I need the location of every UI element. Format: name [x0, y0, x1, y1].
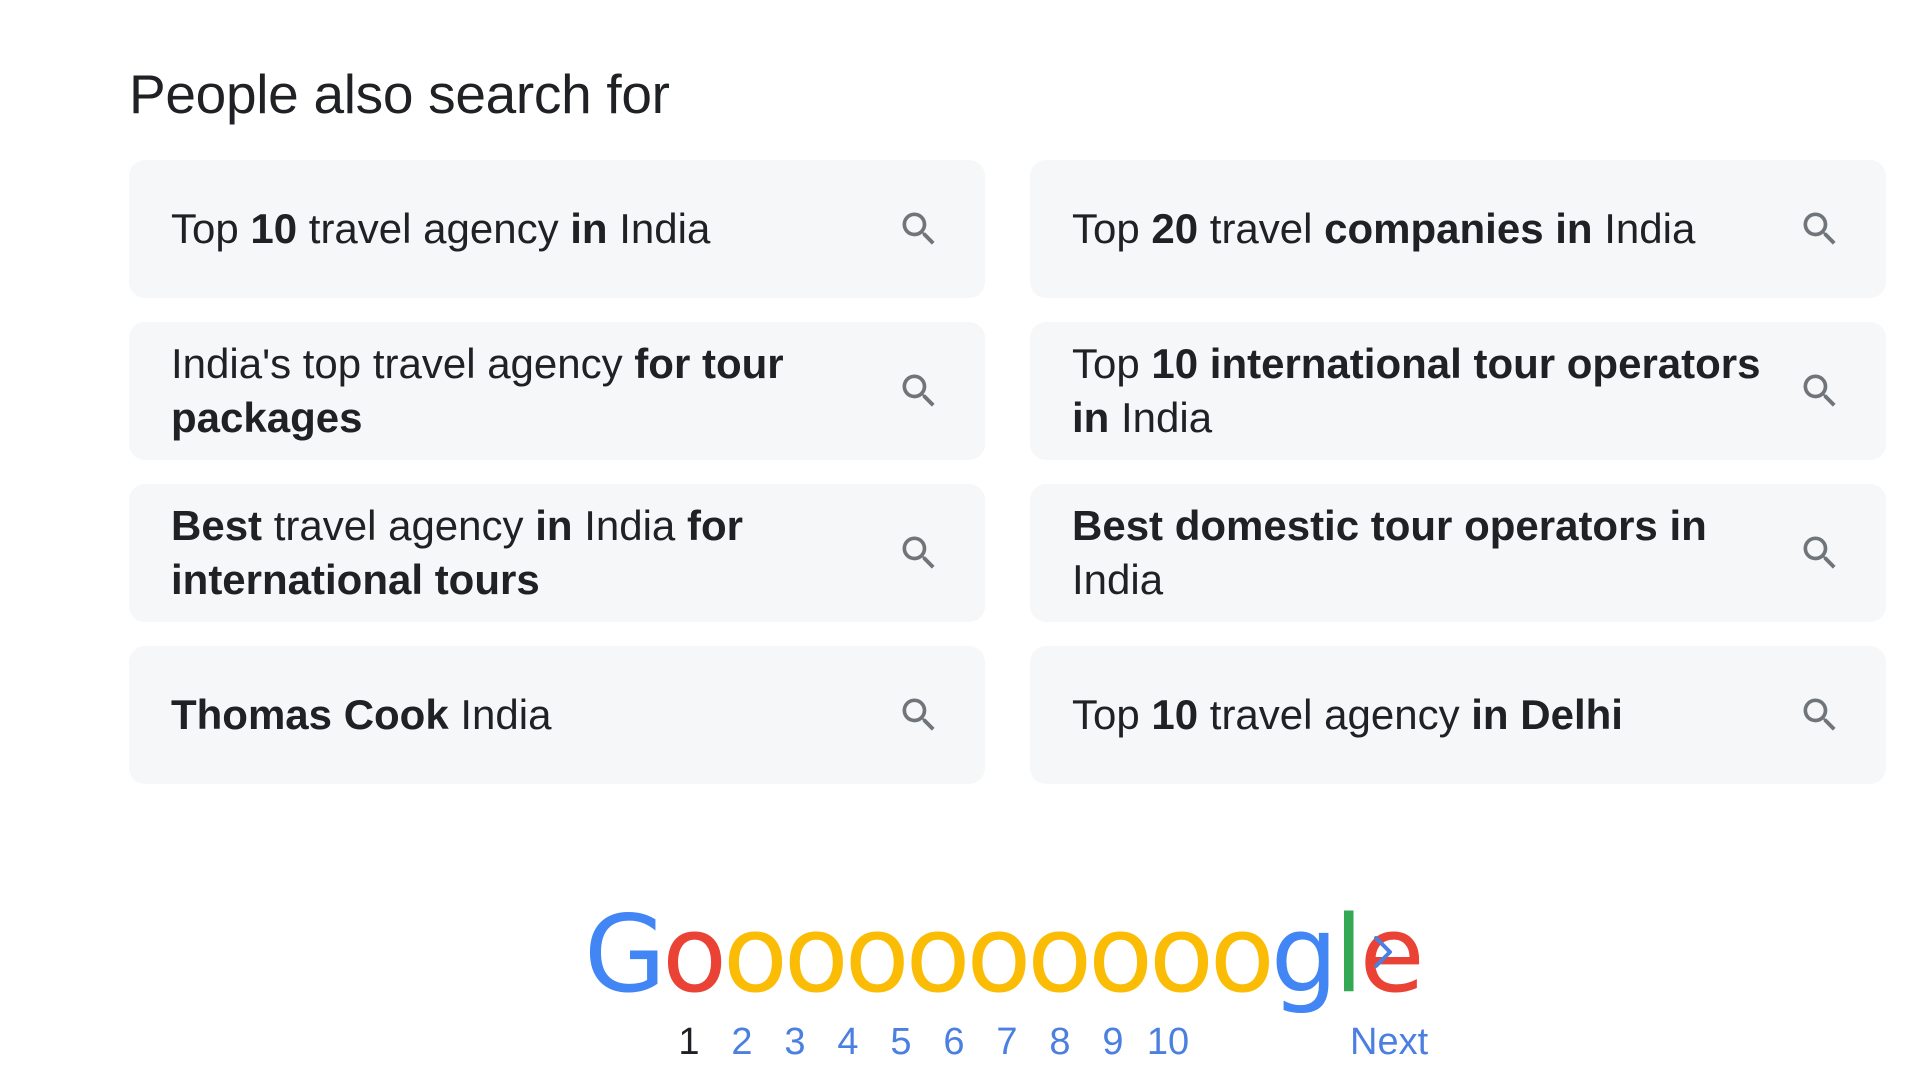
suggestion-text-part: travel agency	[262, 502, 536, 549]
suggestion-text-bold: 10	[250, 205, 298, 252]
search-icon	[902, 536, 935, 569]
suggestion-text-part: India	[1072, 556, 1164, 603]
suggestion-text: Top 10 travel agency in Delhi	[1072, 688, 1623, 742]
suggestion-text-bold: in	[570, 205, 608, 252]
logo-letter: o	[1149, 893, 1214, 1016]
chevron-right-icon[interactable]	[1368, 930, 1398, 974]
search-icon	[902, 212, 935, 245]
logo-letter: g	[1270, 893, 1338, 1016]
suggestion-text-bold: Best domestic tour operators in	[1072, 502, 1707, 549]
search-icon	[1803, 698, 1836, 731]
suggestion-text-bold: Thomas Cook	[171, 691, 449, 738]
suggestion-text-bold: 20	[1151, 205, 1199, 252]
logo-letter: o	[844, 893, 910, 1016]
search-icon	[1803, 374, 1836, 407]
page-link-6[interactable]: 6	[930, 1018, 978, 1066]
suggestion-text-part: travel agency	[1198, 691, 1472, 738]
search-icon	[902, 374, 935, 407]
logo-letter: o	[1209, 893, 1275, 1016]
page-link-2[interactable]: 2	[718, 1018, 766, 1066]
page-link-8[interactable]: 8	[1036, 1018, 1084, 1066]
logo-letter: o	[723, 893, 788, 1016]
suggestion-chip[interactable]: Top 10 travel agency in Delhi	[1030, 646, 1886, 784]
suggestion-text-part: India's top travel agency	[171, 340, 635, 387]
logo-letter: o	[905, 893, 971, 1016]
suggestion-text: India's top travel agency for tour packa…	[171, 337, 875, 445]
search-icon	[1803, 536, 1836, 569]
suggestion-text-part: India	[1592, 205, 1696, 252]
page-link-10[interactable]: 10	[1144, 1018, 1192, 1066]
search-icon	[902, 698, 935, 731]
logo-letter: o	[662, 893, 727, 1016]
suggestion-chip[interactable]: Best travel agency in India for internat…	[129, 484, 985, 622]
logo-letter: o	[1027, 893, 1092, 1016]
logo-letter: o	[966, 893, 1031, 1016]
suggestion-text-part: India	[572, 502, 687, 549]
suggestion-chip[interactable]: Top 20 travel companies in India	[1030, 160, 1886, 298]
suggestion-chip[interactable]: Best domestic tour operators in India	[1030, 484, 1886, 622]
suggestion-text-bold: companies in	[1324, 205, 1593, 252]
suggestion-text-part: Top	[171, 205, 251, 252]
suggestion-text-part: travel	[1198, 205, 1325, 252]
suggestion-text-bold: 10	[1151, 691, 1199, 738]
suggestion-text: Best domestic tour operators in India	[1072, 499, 1776, 607]
search-icon	[1803, 212, 1836, 245]
logo-letter: l	[1334, 893, 1364, 1016]
suggestion-chip[interactable]: India's top travel agency for tour packa…	[129, 322, 985, 460]
page-link-4[interactable]: 4	[824, 1018, 872, 1066]
suggestion-text-part: India	[448, 691, 552, 738]
suggestion-text-part: Top	[1072, 691, 1152, 738]
suggestion-text-bold: in	[535, 502, 573, 549]
suggestion-grid: Top 10 travel agency in India Top 20 trav…	[129, 160, 1893, 784]
page-link-9[interactable]: 9	[1089, 1018, 1137, 1066]
suggestion-text-bold: in Delhi	[1471, 691, 1623, 738]
page-link-7[interactable]: 7	[983, 1018, 1031, 1066]
next-page-link[interactable]: Next	[1350, 1018, 1428, 1066]
pagination: Goooooooooogle Next 1 2 3 4 5 6 7 8 9 10	[0, 900, 1920, 1080]
suggestion-text: Top 10 travel agency in India	[171, 202, 710, 256]
suggestion-chip[interactable]: Thomas Cook India	[129, 646, 985, 784]
suggestion-text: Thomas Cook India	[171, 688, 551, 742]
suggestion-text-part: Top	[1072, 340, 1152, 387]
suggestion-text-bold: Best	[171, 502, 263, 549]
gooogle-pagination-logo: Goooooooooogle	[584, 893, 1425, 1016]
suggestion-text-part: travel agency	[297, 205, 571, 252]
section-title: People also search for	[129, 63, 670, 125]
page-numbers: Next 1 2 3 4 5 6 7 8 9 10	[0, 1018, 1920, 1068]
suggestion-chip[interactable]: Top 10 travel agency in India	[129, 160, 985, 298]
suggestion-text: Top 10 international tour operators in I…	[1072, 337, 1776, 445]
suggestion-text-part: India	[607, 205, 711, 252]
logo-letter: G	[584, 893, 666, 1016]
page-link-5[interactable]: 5	[877, 1018, 925, 1066]
suggestion-text: Top 20 travel companies in India	[1072, 202, 1695, 256]
suggestion-chip[interactable]: Top 10 international tour operators in I…	[1030, 322, 1886, 460]
suggestion-text: Best travel agency in India for internat…	[171, 499, 875, 607]
suggestion-text-part: Top	[1072, 205, 1152, 252]
page-link-3[interactable]: 3	[771, 1018, 819, 1066]
suggestion-text-part: India	[1109, 394, 1213, 441]
page-link-1: 1	[678, 1021, 700, 1063]
logo-letter: o	[1088, 893, 1153, 1016]
logo-letter: o	[783, 893, 849, 1016]
